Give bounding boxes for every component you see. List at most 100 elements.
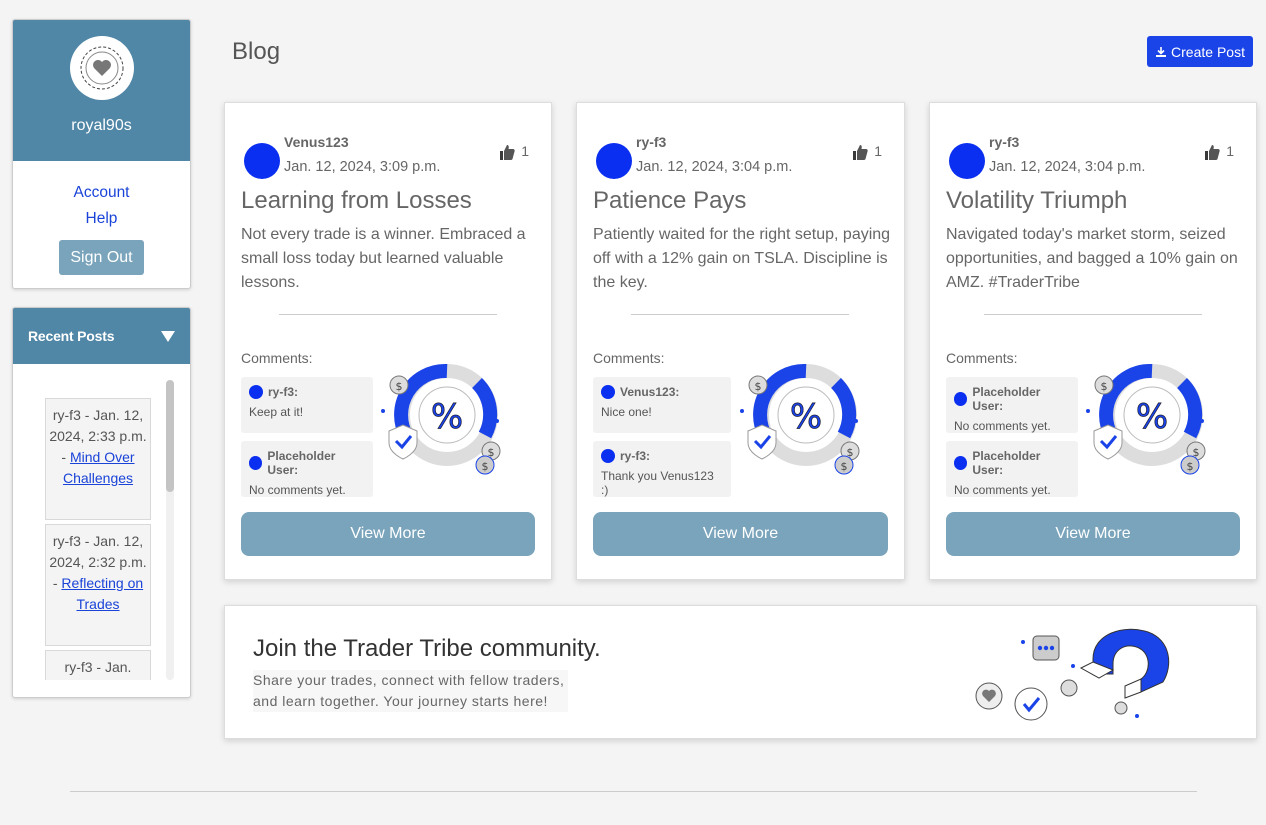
author-avatar	[244, 143, 280, 179]
thumbs-up-icon[interactable]	[1203, 143, 1221, 161]
svg-text:%: %	[790, 397, 822, 437]
recent-posts-header[interactable]: Recent Posts	[13, 308, 190, 364]
commenter-avatar	[249, 456, 263, 470]
comment-text: No comments yet.	[954, 419, 1051, 433]
comments-label: Comments:	[593, 350, 665, 366]
like-count: 1	[874, 143, 882, 159]
footer-divider	[70, 791, 1197, 792]
percent-illustration-icon: % $ $ $	[740, 363, 860, 475]
view-more-button[interactable]: View More	[593, 512, 888, 556]
list-item: ry-f3 - Jan. 12, 2024, 2:33 p.m. - Mind …	[45, 398, 151, 520]
comment: ry-f3: Thank you Venus123 :)	[593, 441, 731, 497]
svg-text:$: $	[755, 380, 762, 393]
avatar[interactable]	[69, 36, 134, 100]
list-item: ry-f3 - Jan. 12, 2024, 2:32 p.m. - Refle…	[45, 524, 151, 646]
comment-author: Placeholder User:	[267, 449, 336, 477]
commenter-avatar	[249, 385, 263, 399]
svg-text:$: $	[482, 460, 489, 473]
comment: ry-f3: Keep at it!	[241, 377, 373, 433]
recent-posts-title: Recent Posts	[28, 328, 115, 344]
recent-item-link[interactable]: Reflecting on Trades	[61, 575, 143, 612]
post-date: Jan. 12, 2024, 3:09 p.m.	[284, 159, 441, 175]
view-more-button[interactable]: View More	[241, 512, 535, 556]
download-icon	[1156, 46, 1167, 57]
percent-illustration-icon: % $ $ $	[381, 363, 501, 475]
profile-card: royal90s Account Help Sign Out	[12, 19, 191, 289]
svg-text:%: %	[1136, 397, 1168, 437]
heart-icon	[80, 46, 123, 90]
view-more-button[interactable]: View More	[946, 512, 1240, 556]
comment-text: Nice one!	[601, 405, 652, 419]
help-link[interactable]: Help	[86, 206, 118, 232]
comment-text: No comments yet.	[954, 483, 1051, 497]
divider	[631, 314, 849, 315]
join-line-2: and learn together. Your journey starts …	[253, 693, 548, 709]
comment-author: ry-f3:	[268, 385, 299, 399]
join-line-1: Share your trades, connect with fellow t…	[253, 672, 565, 688]
post-date: Jan. 12, 2024, 3:04 p.m.	[989, 159, 1146, 175]
post-body: Patiently waited for the right setup, pa…	[593, 226, 891, 291]
commenter-avatar	[954, 456, 968, 470]
comment-text: Keep at it!	[249, 405, 304, 419]
comment-author: ry-f3:	[620, 449, 651, 463]
svg-text:$: $	[841, 460, 848, 473]
recent-posts-panel: Recent Posts ry-f3 - Jan. 12, 2024, 2:33…	[12, 307, 191, 698]
post-title: Patience Pays	[593, 187, 747, 214]
thumbs-up-icon[interactable]	[851, 143, 869, 161]
comment: Placeholder User: No comments yet.	[241, 441, 373, 497]
post-card: ry-f3 Jan. 12, 2024, 3:04 p.m. 1 Patienc…	[576, 102, 905, 580]
author-avatar	[949, 143, 985, 179]
post-card: ry-f3 Jan. 12, 2024, 3:04 p.m. 1 Volatil…	[929, 102, 1257, 580]
like-count: 1	[521, 143, 529, 159]
post-author: ry-f3	[636, 134, 667, 150]
join-title: Join the Trader Tribe community.	[253, 635, 601, 662]
percent-illustration-icon: % $ $ $	[1086, 363, 1206, 475]
post-title: Volatility Triumph	[946, 187, 1128, 214]
commenter-avatar	[601, 449, 615, 463]
like-control[interactable]: 1	[851, 143, 882, 161]
commenter-avatar	[954, 392, 968, 406]
post-card: Venus123 Jan. 12, 2024, 3:09 p.m. 1 Lear…	[224, 102, 552, 580]
comment-text: No comments yet.	[249, 483, 346, 497]
svg-text:$: $	[1187, 460, 1194, 473]
thumbs-up-icon[interactable]	[498, 143, 516, 161]
comment-author: Placeholder User:	[972, 449, 1041, 477]
like-control[interactable]: 1	[1203, 143, 1234, 161]
page-title: Blog	[232, 38, 281, 65]
create-post-label: Create Post	[1171, 43, 1245, 60]
account-link[interactable]: Account	[73, 180, 129, 206]
svg-text:$: $	[396, 380, 403, 393]
divider	[279, 314, 497, 315]
like-count: 1	[1226, 143, 1234, 159]
sign-out-button[interactable]: Sign Out	[59, 240, 144, 275]
comments-label: Comments:	[241, 350, 313, 366]
comments-label: Comments:	[946, 350, 1018, 366]
post-title: Learning from Losses	[241, 187, 472, 214]
recent-item-meta: ry-f3 - Jan.	[64, 659, 132, 675]
recent-item-link[interactable]: Mind Over Challenges	[63, 449, 135, 486]
post-date: Jan. 12, 2024, 3:04 p.m.	[636, 159, 793, 175]
scrollbar-thumb[interactable]	[166, 380, 174, 492]
profile-links: Account Help Sign Out	[13, 161, 190, 275]
comment-author: Venus123:	[620, 385, 680, 399]
post-author: Venus123	[284, 134, 349, 150]
svg-text:%: %	[431, 397, 463, 437]
post-body: Not every trade is a winner. Embraced a …	[241, 226, 526, 291]
author-avatar	[596, 143, 632, 179]
join-text: Share your trades, connect with fellow t…	[253, 670, 569, 712]
comment: Venus123: Nice one!	[593, 377, 731, 433]
create-post-button[interactable]: Create Post	[1147, 36, 1253, 67]
magnet-illustration-icon	[975, 628, 1170, 721]
comment-author: Placeholder User:	[972, 385, 1041, 413]
svg-text:$: $	[1101, 380, 1108, 393]
triangle-down-icon[interactable]	[161, 330, 175, 342]
comment: Placeholder User: No comments yet.	[946, 377, 1078, 433]
like-control[interactable]: 1	[498, 143, 529, 161]
post-body: Navigated today's market storm, seized o…	[946, 226, 1238, 291]
comment-text: Thank you Venus123 :)	[601, 469, 714, 497]
commenter-avatar	[601, 385, 615, 399]
post-author: ry-f3	[989, 134, 1020, 150]
username: royal90s	[71, 117, 132, 134]
recent-posts-list: ry-f3 - Jan. 12, 2024, 2:33 p.m. - Mind …	[45, 398, 151, 680]
comment: Placeholder User: No comments yet.	[946, 441, 1078, 497]
